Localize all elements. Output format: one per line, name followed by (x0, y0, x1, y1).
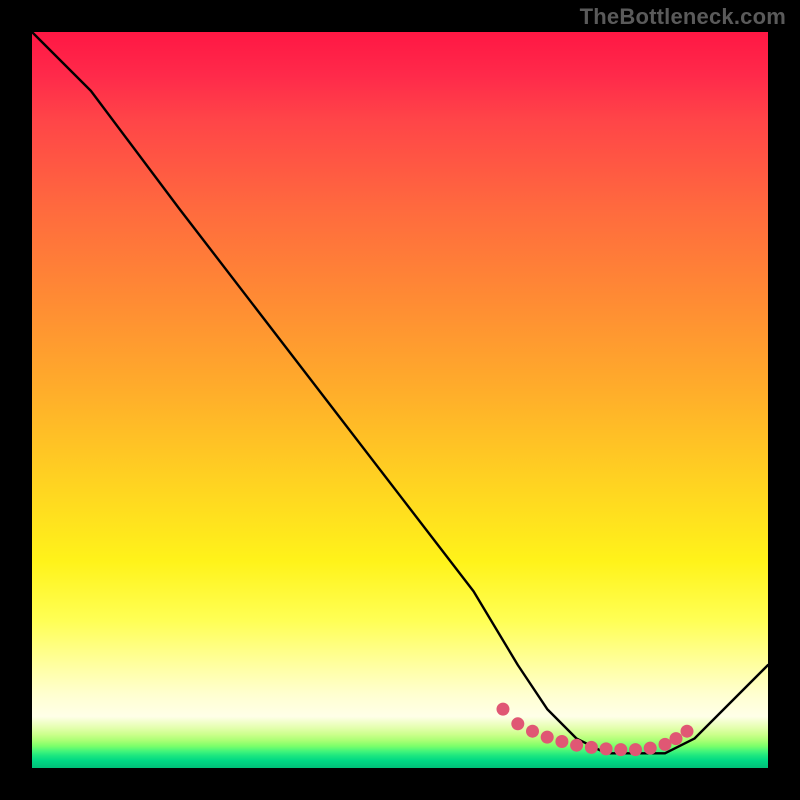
watermark-text: TheBottleneck.com (580, 4, 786, 30)
highlight-dots-group (497, 703, 694, 757)
plot-area (32, 32, 768, 768)
chart-frame: TheBottleneck.com (0, 0, 800, 800)
highlight-dot (629, 743, 642, 756)
highlight-dot (555, 735, 568, 748)
bottleneck-curve-path (32, 32, 768, 753)
highlight-dot (614, 743, 627, 756)
highlight-dot (585, 741, 598, 754)
highlight-dot (644, 742, 657, 755)
highlight-dot (570, 739, 583, 752)
curve-layer (32, 32, 768, 768)
highlight-dot (511, 717, 524, 730)
highlight-dot (670, 732, 683, 745)
highlight-dot (600, 742, 613, 755)
curve-svg (32, 32, 768, 768)
highlight-dot (659, 738, 672, 751)
highlight-dot (681, 725, 694, 738)
highlight-dot (526, 725, 539, 738)
highlight-dot (497, 703, 510, 716)
highlight-dot (541, 731, 554, 744)
